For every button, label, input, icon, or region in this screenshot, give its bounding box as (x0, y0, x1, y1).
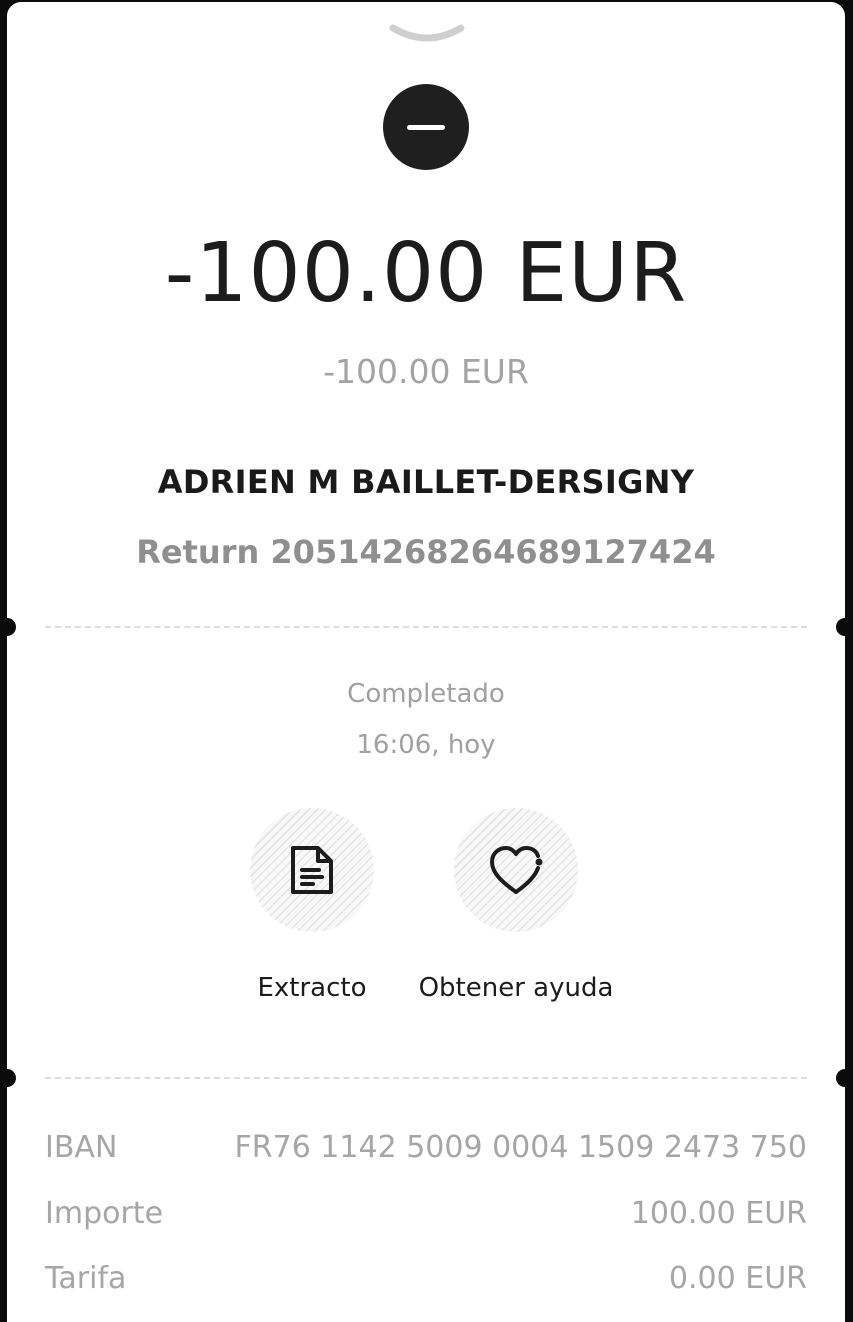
detail-value: 0.00 EUR (668, 1261, 807, 1296)
detail-row-iban: IBAN FR76 1142 5009 0004 1509 2473 750 (45, 1128, 807, 1168)
transaction-amount-converted: -100.00 EUR (323, 352, 529, 391)
recipient-name: ADRIEN M BAILLET-DERSIGNY (157, 463, 695, 501)
get-help-button-label[interactable]: Obtener ayuda (416, 970, 616, 1006)
detail-label: Importe (45, 1196, 164, 1231)
statement-button-circle[interactable] (250, 808, 374, 932)
divider (45, 1077, 807, 1079)
detail-row-fee: Tarifa 0.00 EUR (45, 1259, 807, 1299)
transaction-detail-sheet: -100.00 EUR -100.00 EUR ADRIEN M BAILLET… (7, 2, 845, 1322)
ticket-notch (7, 1069, 16, 1087)
heart-icon (490, 846, 543, 894)
detail-row-amount: Importe 100.00 EUR (45, 1194, 807, 1234)
detail-label: Tarifa (45, 1261, 127, 1296)
detail-value: FR76 1142 5009 0004 1509 2473 750 (234, 1130, 808, 1165)
detail-label: IBAN (45, 1130, 118, 1165)
transaction-status: Completado (347, 679, 505, 709)
document-icon (291, 846, 333, 894)
outgoing-transaction-icon (383, 84, 469, 170)
ticket-notch (836, 618, 845, 636)
detail-value: 100.00 EUR (630, 1196, 807, 1231)
ticket-notch (7, 618, 16, 636)
minus-icon (407, 125, 445, 130)
statement-button-label[interactable]: Extracto (212, 970, 412, 1006)
transaction-reference: Return 20514268264689127424 (136, 533, 716, 571)
divider (45, 626, 807, 628)
chevron-down-icon[interactable] (389, 20, 465, 48)
transaction-amount: -100.00 EUR (164, 226, 688, 321)
statement-button[interactable]: Extracto (212, 808, 412, 1006)
get-help-button[interactable]: Obtener ayuda (416, 808, 616, 1006)
get-help-button-circle[interactable] (454, 808, 578, 932)
ticket-notch (836, 1069, 845, 1087)
transaction-time: 16:06, hoy (356, 730, 496, 760)
